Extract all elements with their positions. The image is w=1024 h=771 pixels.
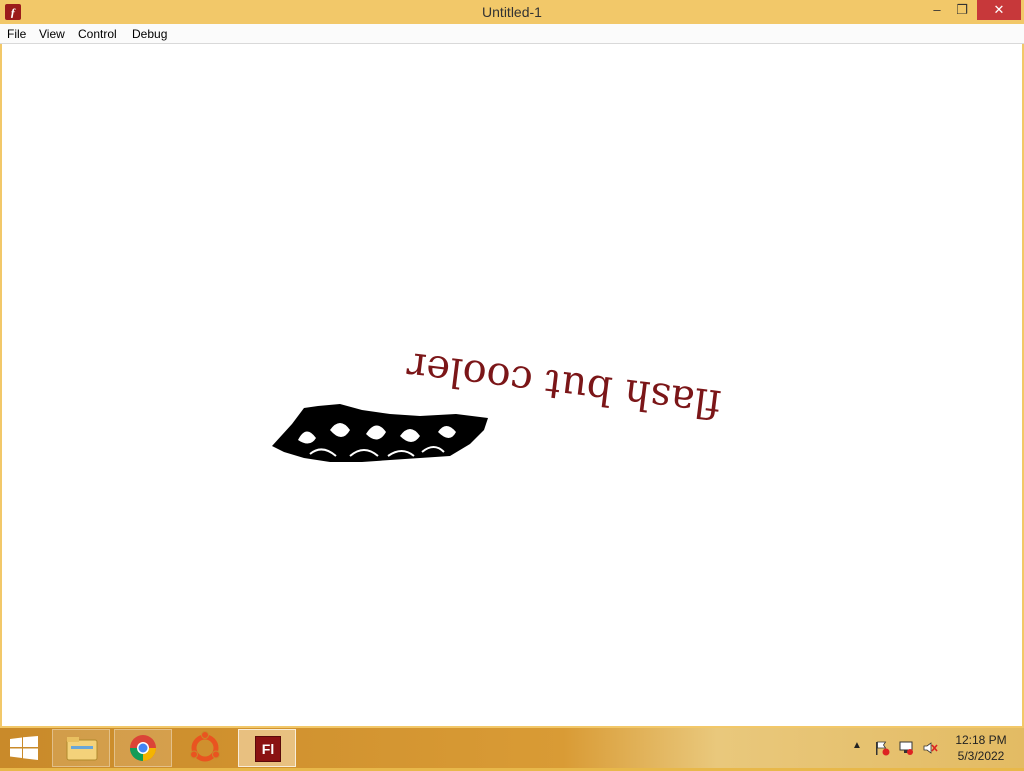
ubuntu-icon — [190, 731, 220, 762]
action-center-flag-icon[interactable] — [874, 740, 890, 756]
flash-player-icon[interactable]: ƒ — [5, 4, 21, 20]
taskbar-flash[interactable]: Fl — [238, 729, 296, 767]
clock-time: 12:18 PM — [955, 733, 1007, 747]
taskbar-file-explorer[interactable] — [52, 729, 110, 767]
menu-file[interactable]: File — [7, 26, 26, 42]
taskbar-chrome[interactable] — [114, 729, 172, 767]
show-hidden-icons-chevron-icon[interactable]: ▲ — [852, 740, 862, 751]
taskbar-ubuntu[interactable] — [176, 729, 234, 767]
distorted-text-shape — [272, 404, 488, 462]
menu-debug[interactable]: Debug — [132, 26, 167, 42]
menu-bar: File View Control Debug — [0, 24, 1024, 44]
menu-view[interactable]: View — [39, 26, 65, 42]
network-icon[interactable] — [898, 740, 914, 756]
file-explorer-icon — [66, 737, 98, 761]
flash-stage[interactable]: flash but cooler — [2, 44, 1022, 726]
flash-icon: Fl — [255, 736, 281, 762]
close-button[interactable]: ✕ — [977, 0, 1021, 20]
restore-button[interactable]: ❐ — [950, 0, 974, 20]
app-window: ƒ Untitled-1 – ❐ ✕ File View Control Deb… — [0, 0, 1024, 728]
clock-date: 5/3/2022 — [957, 749, 1005, 763]
title-bar[interactable]: ƒ Untitled-1 – ❐ ✕ — [0, 0, 1024, 24]
chrome-icon — [129, 735, 156, 762]
taskbar: Fl ▲ 12:18 PM 5/3/2022 — [0, 728, 1024, 768]
system-clock[interactable]: 12:18 PM 5/3/2022 — [948, 732, 1014, 764]
menu-control[interactable]: Control — [78, 26, 117, 42]
window-title: Untitled-1 — [482, 4, 542, 20]
windows-start-icon[interactable] — [10, 736, 38, 760]
volume-muted-icon[interactable] — [922, 740, 938, 756]
minimize-button[interactable]: – — [925, 0, 949, 20]
